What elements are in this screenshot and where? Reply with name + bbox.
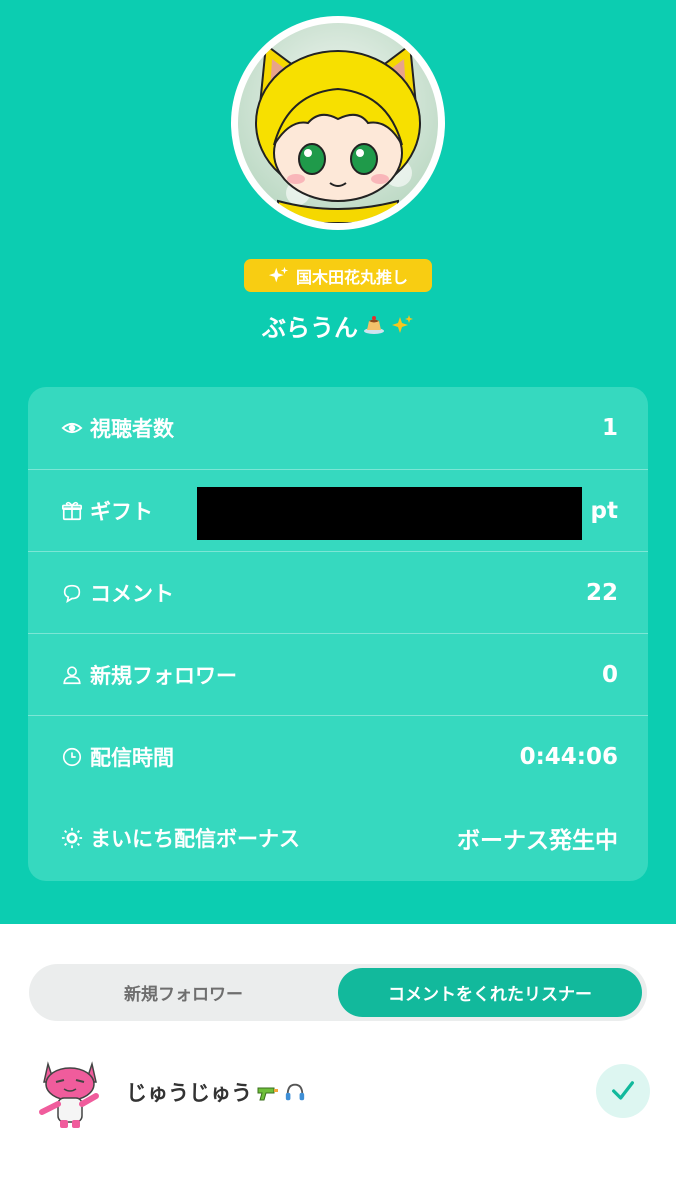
bonus-sun-icon bbox=[60, 826, 84, 850]
badge-text: 国木田花丸推し bbox=[295, 267, 408, 287]
listener-panel: 新規フォロワー コメントをくれたリスナー じゅうじゅう bbox=[0, 924, 676, 1200]
stat-label: ギフト bbox=[90, 499, 153, 524]
stat-row-comments: コメント 22 bbox=[28, 551, 648, 633]
listener-tabs: 新規フォロワー コメントをくれたリスナー bbox=[29, 964, 647, 1021]
sparkle-icon bbox=[268, 266, 289, 282]
listener-name: じゅうじゅう bbox=[126, 1077, 306, 1107]
check-icon[interactable] bbox=[596, 1064, 650, 1118]
gift-icon bbox=[60, 499, 84, 523]
stat-label: 新規フォロワー bbox=[90, 663, 237, 688]
comment-icon bbox=[60, 581, 84, 605]
stat-value: 1 bbox=[601, 415, 618, 441]
stat-label: コメント bbox=[90, 581, 174, 606]
stat-value: pt bbox=[590, 497, 618, 524]
tab-new-followers[interactable]: 新規フォロワー bbox=[29, 964, 338, 1021]
sparkles-emoji bbox=[390, 313, 414, 337]
clock-icon bbox=[60, 745, 84, 769]
tab-commenters[interactable]: コメントをくれたリスナー bbox=[338, 968, 642, 1017]
listener-avatar bbox=[30, 1052, 110, 1132]
streamer-name: ぶらうん bbox=[0, 302, 676, 348]
username-text: ぶらうん bbox=[262, 313, 358, 342]
pudding-emoji bbox=[362, 313, 386, 337]
stat-value: 0:44:06 bbox=[519, 743, 618, 770]
oshi-badge: 国木田花丸推し bbox=[244, 259, 432, 292]
streamer-avatar bbox=[231, 16, 445, 230]
stat-value: ボーナス発生中 bbox=[457, 828, 618, 854]
person-icon bbox=[60, 663, 84, 687]
listener-name-text: じゅうじゅう bbox=[126, 1081, 252, 1105]
stat-label: 視聴者数 bbox=[90, 417, 174, 441]
stat-row-daily-bonus: まいにち配信ボーナス ボーナス発生中 bbox=[28, 797, 648, 879]
stat-value: 0 bbox=[601, 661, 618, 688]
stat-label: 配信時間 bbox=[90, 745, 174, 770]
water-gun-emoji bbox=[257, 1087, 278, 1101]
stat-value: 22 bbox=[585, 579, 618, 606]
stat-row-gifts: ギフト pt bbox=[28, 469, 648, 551]
eye-icon bbox=[60, 416, 84, 440]
stat-row-duration: 配信時間 0:44:06 bbox=[28, 715, 648, 797]
list-item[interactable]: じゅうじゅう bbox=[30, 1052, 650, 1132]
stream-stats-card: 視聴者数 1 ギフト pt コメント 22 新規フォロワー 0 配信時間 0:4… bbox=[28, 387, 648, 881]
stat-label: まいにち配信ボーナス bbox=[90, 827, 300, 851]
headphones-emoji bbox=[285, 1083, 305, 1101]
stream-summary-header: 国木田花丸推し ぶらうん 視聴者数 1 ギフト pt コメント 22 新規フォロ… bbox=[0, 0, 676, 924]
stat-row-viewers: 視聴者数 1 bbox=[28, 387, 648, 469]
redaction-bar bbox=[197, 487, 582, 540]
stat-row-new-followers: 新規フォロワー 0 bbox=[28, 633, 648, 715]
